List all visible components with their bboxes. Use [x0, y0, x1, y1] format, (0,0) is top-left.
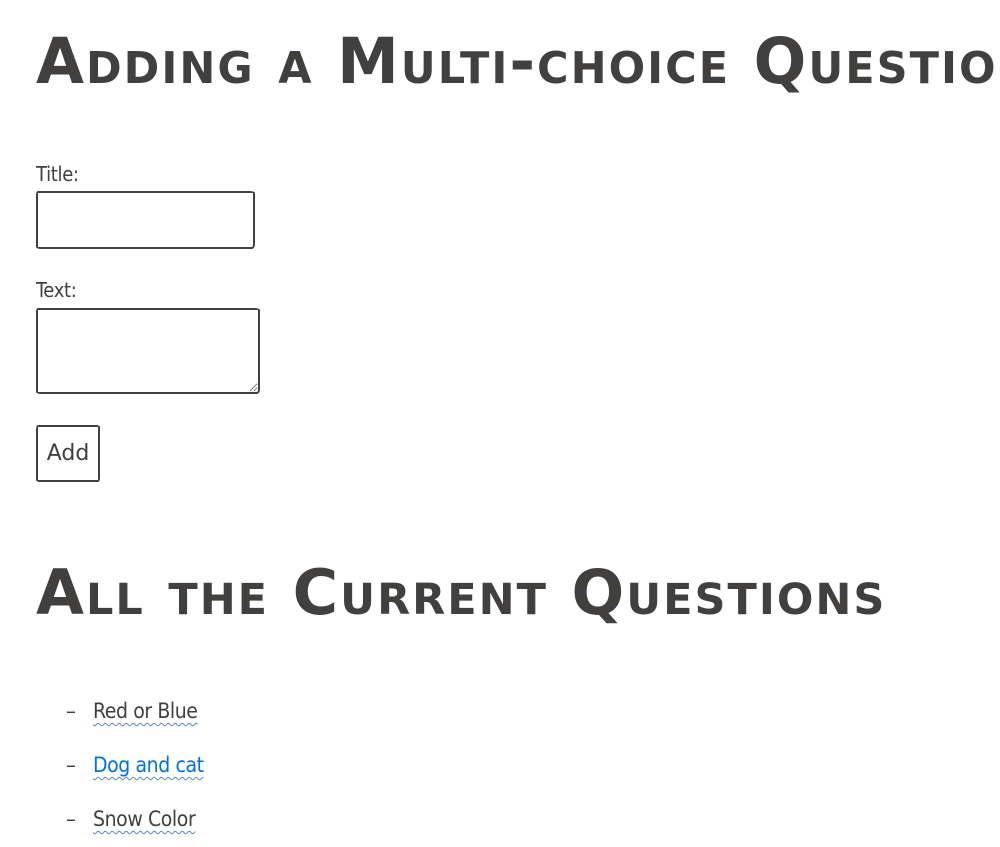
- question-link-snow-color[interactable]: Snow Color: [93, 807, 196, 831]
- list-dash: –: [66, 699, 76, 723]
- current-questions-heading: All the Current Questions: [36, 556, 887, 629]
- question-list-item: – Dog and cat: [66, 738, 204, 792]
- question-list-item: – Snow Color: [66, 792, 204, 846]
- question-list-item: – Red or Blue: [66, 684, 204, 738]
- text-label: Text:: [36, 278, 77, 302]
- list-dash: –: [66, 753, 76, 777]
- question-link-red-or-blue[interactable]: Red or Blue: [93, 699, 198, 723]
- add-question-heading: Adding a Multi-choice Question: [36, 24, 1000, 99]
- list-dash: –: [66, 807, 76, 831]
- add-button[interactable]: Add: [36, 425, 100, 482]
- text-textarea[interactable]: [36, 308, 260, 394]
- title-label: Title:: [36, 162, 79, 186]
- title-input[interactable]: [36, 191, 255, 249]
- page: Adding a Multi-choice Question Title: Te…: [36, 0, 1000, 847]
- question-link-dog-and-cat[interactable]: Dog and cat: [93, 753, 204, 777]
- question-list: – Red or Blue – Dog and cat – Snow Color: [66, 684, 204, 846]
